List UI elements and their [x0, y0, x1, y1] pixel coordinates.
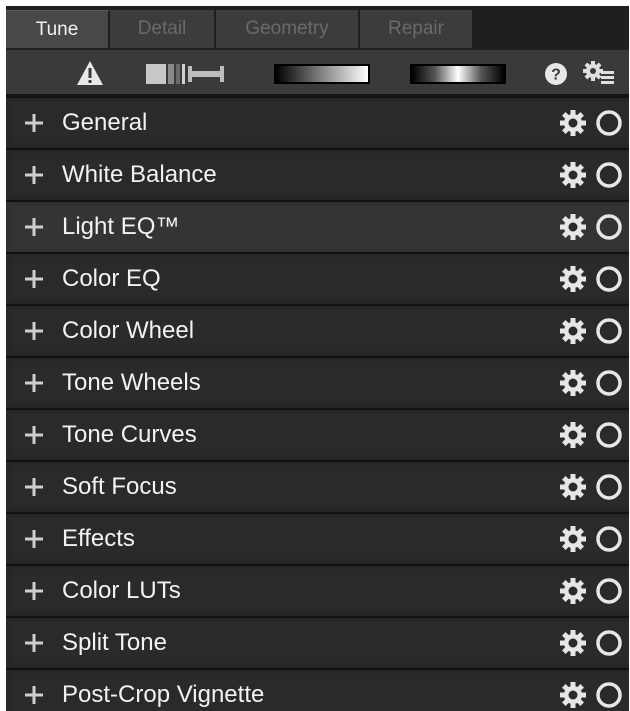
panel-header[interactable]: Tone Wheels [12, 361, 629, 403]
enable-toggle-icon[interactable] [595, 681, 623, 709]
panel-header[interactable]: White Balance [12, 153, 629, 195]
warning-icon[interactable] [76, 60, 104, 86]
panel-header[interactable]: Color Wheel [12, 309, 629, 351]
luminance-gradient[interactable] [274, 64, 370, 84]
toolbar: ? [6, 50, 629, 96]
gear-icon[interactable] [559, 473, 587, 501]
gear-icon[interactable] [559, 421, 587, 449]
panel-header[interactable]: Soft Focus [12, 465, 629, 507]
panel-header[interactable]: Split Tone [12, 621, 629, 663]
panel-settings-icon[interactable] [582, 60, 616, 88]
panel-label: Split Tone [62, 629, 167, 656]
tab-repair[interactable]: Repair [360, 10, 474, 48]
expand-plus-icon[interactable] [24, 165, 44, 185]
panel-label: Color EQ [62, 265, 161, 292]
help-icon[interactable]: ? [544, 62, 568, 86]
enable-toggle-icon[interactable] [595, 265, 623, 293]
enable-toggle-icon[interactable] [595, 525, 623, 553]
panel-label: Tone Wheels [62, 369, 201, 396]
gear-icon[interactable] [559, 265, 587, 293]
panel-label: Color LUTs [62, 577, 181, 604]
tab-geometry[interactable]: Geometry [216, 10, 360, 48]
panel-row-color-eq[interactable]: Color EQ [6, 252, 629, 304]
enable-toggle-icon[interactable] [595, 213, 623, 241]
midtone-gradient[interactable] [410, 64, 506, 84]
expand-plus-icon[interactable] [24, 425, 44, 445]
enable-toggle-icon[interactable] [595, 161, 623, 189]
panel-label: White Balance [62, 161, 217, 188]
panel-header[interactable]: Color LUTs [12, 569, 629, 611]
expand-plus-icon[interactable] [24, 113, 44, 133]
enable-toggle-icon[interactable] [595, 109, 623, 137]
gear-icon[interactable] [559, 213, 587, 241]
panel-label: Tone Curves [62, 421, 197, 448]
expand-plus-icon[interactable] [24, 321, 44, 341]
adjustment-panel-list: General White Balance Light EQ™ Color EQ… [6, 96, 629, 711]
expand-plus-icon[interactable] [24, 529, 44, 549]
panel-row-effects[interactable]: Effects [6, 512, 629, 564]
panel-row-light-eq[interactable]: Light EQ™ [6, 200, 629, 252]
expand-plus-icon[interactable] [24, 581, 44, 601]
tab-bar: Tune Detail Geometry Repair [6, 6, 629, 48]
enable-toggle-icon[interactable] [595, 577, 623, 605]
panel-label: Light EQ™ [62, 213, 180, 240]
panel-row-color-wheel[interactable]: Color Wheel [6, 304, 629, 356]
enable-toggle-icon[interactable] [595, 369, 623, 397]
enable-toggle-icon[interactable] [595, 473, 623, 501]
panel-header[interactable]: Effects [12, 517, 629, 559]
panel-label: Color Wheel [62, 317, 195, 344]
gear-icon[interactable] [559, 109, 587, 137]
panel-label: Post-Crop Vignette [62, 681, 265, 708]
tone-preview-icon[interactable] [146, 62, 226, 86]
gear-icon[interactable] [559, 629, 587, 657]
panel-label: General [62, 109, 148, 136]
help-glyph: ? [551, 67, 561, 84]
gear-icon[interactable] [559, 161, 587, 189]
tab-detail[interactable]: Detail [110, 10, 216, 48]
gear-icon[interactable] [559, 317, 587, 345]
panel-header[interactable]: Color EQ [12, 257, 629, 299]
panel-header[interactable]: General [12, 101, 629, 143]
gear-icon[interactable] [559, 369, 587, 397]
panel-row-post-crop-vignette[interactable]: Post-Crop Vignette [6, 668, 629, 711]
panel-header[interactable]: Light EQ™ [12, 205, 629, 247]
panel-row-split-tone[interactable]: Split Tone [6, 616, 629, 668]
panel-label: Soft Focus [62, 473, 177, 500]
panel-label: Effects [62, 525, 135, 552]
enable-toggle-icon[interactable] [595, 317, 623, 345]
panel-header[interactable]: Tone Curves [12, 413, 629, 455]
expand-plus-icon[interactable] [24, 477, 44, 497]
panel-row-tone-curves[interactable]: Tone Curves [6, 408, 629, 460]
panel-row-soft-focus[interactable]: Soft Focus [6, 460, 629, 512]
gear-icon[interactable] [559, 577, 587, 605]
expand-plus-icon[interactable] [24, 269, 44, 289]
tune-panel: Tune Detail Geometry Repair ? General Wh… [6, 6, 629, 711]
expand-plus-icon[interactable] [24, 217, 44, 237]
expand-plus-icon[interactable] [24, 685, 44, 705]
gear-icon[interactable] [559, 681, 587, 709]
expand-plus-icon[interactable] [24, 373, 44, 393]
expand-plus-icon[interactable] [24, 633, 44, 653]
panel-row-general[interactable]: General [6, 96, 629, 148]
panel-row-tone-wheels[interactable]: Tone Wheels [6, 356, 629, 408]
panel-row-color-luts[interactable]: Color LUTs [6, 564, 629, 616]
tab-tune[interactable]: Tune [6, 10, 110, 48]
enable-toggle-icon[interactable] [595, 629, 623, 657]
panel-row-white-balance[interactable]: White Balance [6, 148, 629, 200]
enable-toggle-icon[interactable] [595, 421, 623, 449]
panel-header[interactable]: Post-Crop Vignette [12, 673, 629, 711]
gear-icon[interactable] [559, 525, 587, 553]
